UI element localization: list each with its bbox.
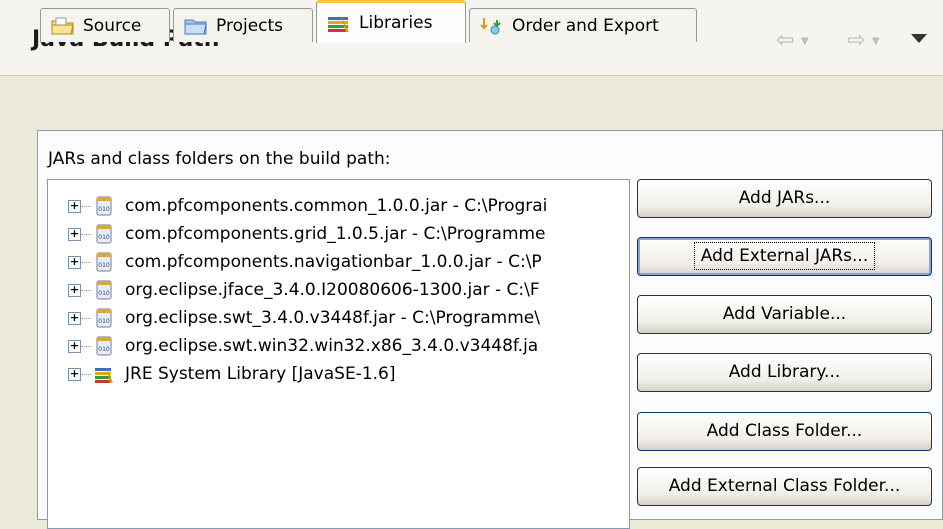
library-entry[interactable]: + 010 com.pfcomponents.grid_1.0.5.jar - …: [48, 220, 628, 248]
expand-icon[interactable]: +: [68, 199, 81, 213]
tab-source-label: Source: [83, 15, 142, 36]
svg-text:010: 010: [98, 262, 110, 269]
back-arrow-icon[interactable]: ⇦: [776, 30, 794, 52]
library-tree[interactable]: + 010 com.pfcomponents.common_1.0.0.jar …: [47, 179, 630, 529]
order-export-icon: [480, 17, 501, 34]
library-entry[interactable]: + 010 org.eclipse.swt.win32.win32.x86_3.…: [48, 332, 628, 360]
source-folder-icon: [51, 17, 74, 34]
libraries-icon: [328, 15, 349, 32]
library-entry[interactable]: + 010 com.pfcomponents.common_1.0.0.jar …: [48, 192, 628, 220]
tab-libraries-label: Libraries: [359, 13, 433, 33]
svg-text:010: 010: [98, 318, 110, 325]
add-class-folder-button[interactable]: Add Class Folder...: [637, 412, 932, 451]
library-entry-label: com.pfcomponents.grid_1.0.5.jar - C:\Pro…: [125, 224, 546, 244]
tab-source[interactable]: Source: [40, 8, 170, 42]
svg-text:010: 010: [98, 290, 110, 297]
tab-libraries[interactable]: Libraries: [316, 0, 466, 43]
forward-history-dropdown-icon[interactable]: ▼: [872, 36, 880, 47]
expand-icon[interactable]: +: [68, 311, 81, 325]
back-history-dropdown-icon[interactable]: ▼: [801, 36, 809, 47]
jar-icon: 010: [96, 336, 112, 356]
add-external-jars-label: Add External JARs...: [693, 242, 876, 270]
library-entry-label: org.eclipse.jface_3.4.0.I20080606-1300.j…: [125, 280, 540, 300]
library-icon: [95, 366, 113, 383]
add-external-jars-button[interactable]: Add External JARs...: [637, 237, 932, 276]
project-folder-icon: [184, 19, 207, 34]
library-entry-label: org.eclipse.swt.win32.win32.x86_3.4.0.v3…: [125, 336, 539, 356]
library-entry-label: JRE System Library [JavaSE-1.6]: [125, 364, 396, 384]
view-menu-icon[interactable]: [911, 34, 927, 43]
expand-icon[interactable]: +: [68, 339, 81, 353]
expand-icon[interactable]: +: [68, 283, 81, 297]
add-jars-button[interactable]: Add JARs...: [637, 179, 932, 218]
build-path-label: JARs and class folders on the build path…: [48, 149, 391, 169]
tab-order-and-export-label: Order and Export: [512, 15, 659, 36]
jar-icon: 010: [96, 224, 112, 244]
library-entry-label: com.pfcomponents.common_1.0.0.jar - C:\P…: [125, 196, 548, 216]
library-entry-label: org.eclipse.swt_3.4.0.v3448f.jar - C:\Pr…: [125, 308, 540, 328]
library-entry[interactable]: + 010 org.eclipse.swt_3.4.0.v3448f.jar -…: [48, 304, 628, 332]
tab-projects[interactable]: Projects: [173, 8, 313, 42]
add-library-button[interactable]: Add Library...: [637, 353, 932, 392]
forward-arrow-icon[interactable]: ⇨: [847, 30, 865, 52]
tab-order-and-export[interactable]: Order and Export: [469, 8, 697, 42]
expand-icon[interactable]: +: [68, 367, 81, 381]
add-variable-button[interactable]: Add Variable...: [637, 295, 932, 334]
expand-icon[interactable]: +: [68, 255, 81, 269]
library-entry[interactable]: + 010 org.eclipse.jface_3.4.0.I20080606-…: [48, 276, 628, 304]
jar-icon: 010: [96, 196, 112, 216]
svg-text:010: 010: [98, 234, 110, 241]
svg-text:010: 010: [98, 206, 110, 213]
library-entry[interactable]: + JRE System Library [JavaSE-1.6]: [48, 360, 628, 388]
tab-projects-label: Projects: [216, 15, 284, 36]
add-external-class-folder-button[interactable]: Add External Class Folder...: [637, 467, 932, 506]
jar-icon: 010: [96, 252, 112, 272]
library-entry[interactable]: + 010 com.pfcomponents.navigationbar_1.0…: [48, 248, 628, 276]
jar-icon: 010: [96, 308, 112, 328]
jar-icon: 010: [96, 280, 112, 300]
svg-text:010: 010: [98, 346, 110, 353]
expand-icon[interactable]: +: [68, 227, 81, 241]
library-entry-label: com.pfcomponents.navigationbar_1.0.0.jar…: [125, 252, 542, 272]
